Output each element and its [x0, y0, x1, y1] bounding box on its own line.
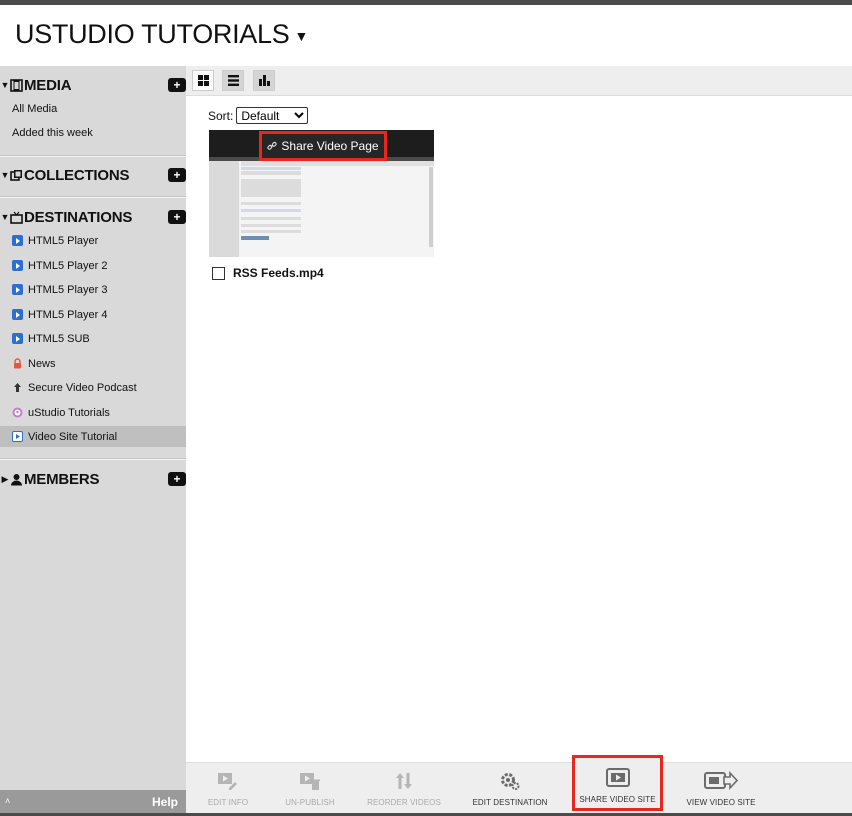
media-filename[interactable]: RSS Feeds.mp4 — [233, 266, 324, 280]
sidebar-item-html5-player-4[interactable]: HTML5 Player 4 — [0, 304, 186, 325]
media-select-checkbox[interactable] — [212, 266, 225, 280]
collapse-up-icon[interactable]: ˄ — [5, 796, 10, 806]
sidebar-item-html5-player[interactable]: HTML5 Player — [0, 230, 186, 251]
main-content: Sort: Default Share Video Page RSS Feeds… — [186, 66, 852, 762]
section-label: COLLECTIONS — [24, 166, 130, 184]
divider — [0, 196, 186, 198]
sidebar-item-news[interactable]: News — [0, 353, 186, 374]
thumbnail-screen-preview — [209, 157, 434, 257]
section-members[interactable]: ▶ MEMBERS + — [0, 468, 186, 490]
section-media[interactable]: ▼ MEDIA + — [0, 74, 186, 96]
triangle-right-icon: ▶ — [1, 473, 9, 484]
edit-destination-button[interactable]: EDIT DESTINATION — [472, 763, 548, 814]
share-video-page-button[interactable]: Share Video Page — [259, 131, 387, 161]
sidebar-item-ustudio-tutorials[interactable]: uStudio Tutorials — [0, 402, 186, 423]
action-toolbar: EDIT INFO UN-PUBLISH REORDER VIDEOS EDIT… — [186, 755, 852, 814]
sidebar-item-secure-video-podcast[interactable]: Secure Video Podcast — [0, 377, 186, 398]
add-destination-button[interactable]: + — [168, 210, 186, 224]
section-label: DESTINATIONS — [24, 208, 133, 226]
add-media-button[interactable]: + — [168, 78, 186, 92]
blue-play-icon — [12, 260, 23, 271]
upload-icon — [14, 383, 21, 392]
sidebar-item-html5-player-3[interactable]: HTML5 Player 3 — [0, 279, 186, 300]
edit-info-button[interactable]: EDIT INFO — [202, 763, 254, 814]
sort-label: Sort: — [208, 108, 234, 123]
lock-icon — [14, 358, 21, 369]
share-video-site-icon — [605, 768, 630, 787]
sidebar-item-added-this-week[interactable]: Added this week — [0, 122, 186, 143]
list-view-button[interactable] — [222, 70, 244, 91]
collections-icon — [10, 169, 22, 181]
triangle-down-icon: ▼ — [0, 212, 10, 222]
tv-icon — [10, 211, 23, 224]
help-link[interactable]: Help — [152, 795, 178, 809]
app-header: USTUDIO TUTORIALS ▼ — [0, 5, 852, 66]
add-member-button[interactable]: + — [168, 472, 186, 486]
reorder-videos-button[interactable]: REORDER VIDEOS — [366, 763, 442, 814]
blue-play-icon — [12, 284, 23, 295]
podcast-icon — [12, 407, 23, 418]
sort-control: Sort: Default — [208, 107, 309, 124]
view-video-site-button[interactable]: VIEW VIDEO SITE — [686, 763, 756, 814]
caret-down-icon: ▼ — [294, 27, 309, 44]
blue-play-icon — [12, 333, 23, 344]
film-icon — [10, 78, 23, 92]
blue-play-icon — [12, 309, 23, 320]
sidebar-item-html5-player-2[interactable]: HTML5 Player 2 — [0, 255, 186, 276]
grid-icon — [197, 75, 209, 86]
sidebar-item-all-media[interactable]: All Media — [0, 98, 186, 119]
person-icon — [11, 473, 22, 485]
view-mode-bar — [186, 66, 852, 96]
analytics-view-button[interactable] — [253, 70, 275, 91]
section-label: MEMBERS — [24, 470, 100, 488]
video-site-icon — [12, 431, 23, 442]
section-collections[interactable]: ▼ COLLECTIONS + — [0, 164, 186, 186]
add-collection-button[interactable]: + — [168, 168, 186, 182]
list-icon — [227, 75, 239, 86]
link-icon — [267, 141, 277, 150]
sort-select[interactable]: Default — [236, 107, 309, 124]
section-destinations[interactable]: ▼ DESTINATIONS + — [0, 206, 186, 228]
triangle-down-icon: ▼ — [0, 80, 10, 90]
share-video-site-button[interactable]: SHARE VIDEO SITE — [572, 755, 663, 811]
edit-info-icon — [218, 773, 237, 790]
sidebar-item-video-site-tutorial[interactable]: Video Site Tutorial — [0, 426, 186, 447]
divider — [0, 458, 186, 460]
triangle-down-icon: ▼ — [0, 170, 10, 180]
bar-chart-icon — [258, 75, 270, 86]
grid-view-button[interactable] — [192, 70, 214, 91]
workspace-title-dropdown[interactable]: USTUDIO TUTORIALS ▼ — [15, 19, 308, 50]
workspace-title: USTUDIO TUTORIALS — [15, 19, 290, 49]
blue-play-icon — [12, 235, 23, 246]
unpublish-button[interactable]: UN-PUBLISH — [282, 763, 338, 814]
reorder-arrows-icon — [396, 773, 412, 789]
share-video-page-label: Share Video Page — [281, 139, 379, 153]
section-label: MEDIA — [24, 76, 72, 94]
gear-icon — [501, 773, 520, 790]
sidebar: ▼ MEDIA + All Media Added this week ▼ CO… — [0, 66, 186, 816]
sidebar-item-html5-sub[interactable]: HTML5 SUB — [0, 328, 186, 349]
view-video-site-icon — [704, 771, 738, 791]
unpublish-icon — [300, 773, 320, 790]
divider — [0, 155, 186, 157]
media-item: RSS Feeds.mp4 — [212, 266, 324, 280]
